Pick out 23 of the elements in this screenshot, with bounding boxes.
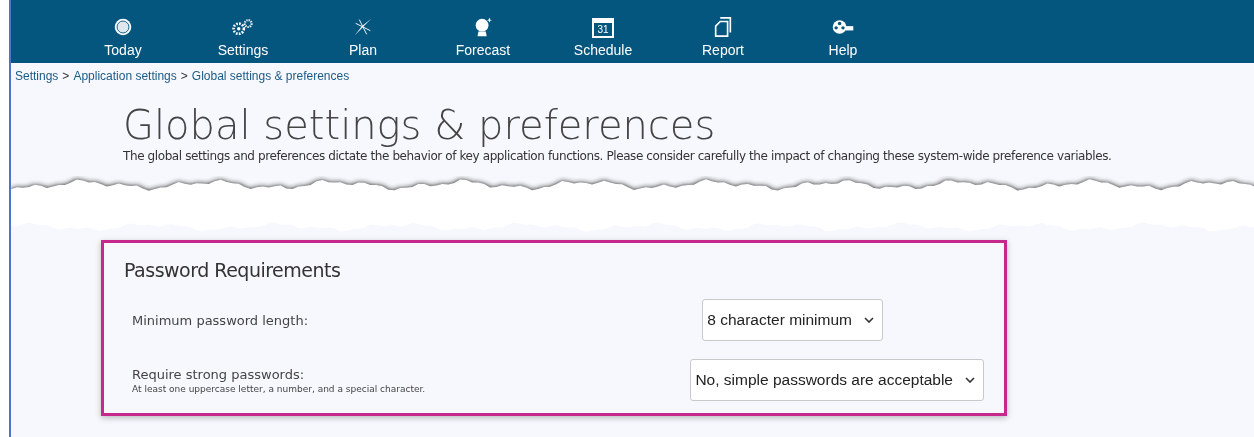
gears-icon <box>231 16 255 38</box>
breadcrumb-link[interactable]: Application settings <box>73 69 177 83</box>
breadcrumb-separator: > <box>180 69 188 83</box>
section-title: Password Requirements <box>124 259 342 281</box>
nav-item[interactable]: Settings <box>183 0 303 63</box>
chevron-down-icon <box>864 317 874 323</box>
calendar-day: 31 <box>597 24 609 35</box>
nav-item[interactable]: Plan <box>303 0 423 63</box>
nav-item[interactable]: Forecast <box>423 0 543 63</box>
nav-item[interactable]: Today <box>63 0 183 63</box>
field-label: Minimum password length: <box>132 312 309 328</box>
breadcrumb-link[interactable]: Settings <box>15 69 59 83</box>
nav-item[interactable]: 31 Schedule <box>543 0 663 63</box>
page-description: The global settings and preferences dictate the behavior of key application functions. Please consider carefully the impact of changing these system-wide preference variables. <box>123 149 1113 163</box>
field-hint: At least one uppercase letter, a number, and a special character. <box>132 383 426 394</box>
nav-item[interactable]: Help <box>783 0 903 63</box>
breadcrumb-separator: > <box>62 69 70 83</box>
dropdown[interactable]: 8 character minimum <box>702 299 883 341</box>
chevron-down-icon <box>965 377 975 383</box>
breadcrumb-link[interactable]: Global settings & preferences <box>191 69 350 83</box>
dropdown[interactable]: No, simple passwords are acceptable <box>690 359 984 401</box>
field-label: Require strong passwords: <box>132 366 306 382</box>
nav-item[interactable]: Report <box>663 0 783 63</box>
